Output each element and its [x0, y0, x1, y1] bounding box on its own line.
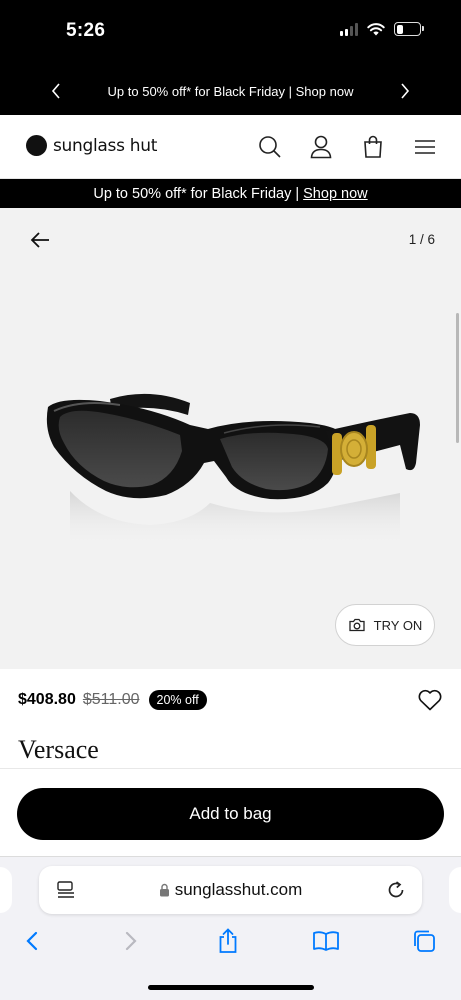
- signal-icon: [340, 22, 358, 36]
- top-promo-banner[interactable]: Up to 50% off* for Black Friday | Shop n…: [0, 72, 461, 110]
- sunglasses-product-image: [46, 393, 420, 548]
- try-on-button[interactable]: TRY ON: [335, 604, 435, 646]
- home-indicator: [148, 985, 314, 990]
- account-icon[interactable]: [308, 134, 334, 160]
- reload-icon[interactable]: [385, 879, 407, 901]
- current-price: $408.80: [18, 691, 76, 708]
- url-display[interactable]: sunglasshut.com: [39, 880, 422, 900]
- product-brand: Versace: [18, 735, 99, 764]
- status-time: 5:26: [66, 20, 106, 41]
- site-header: sunglass hut: [0, 115, 461, 179]
- logo-text: sunglass hut: [53, 135, 158, 156]
- camera-icon: [349, 618, 365, 632]
- logo-mark-icon: [26, 135, 47, 156]
- promo-bar-text: Up to 50% off* for Black Friday |: [93, 185, 300, 202]
- url-text: sunglasshut.com: [174, 880, 303, 899]
- shop-now-link[interactable]: Shop now: [303, 186, 368, 202]
- promo-prev-icon[interactable]: [45, 80, 67, 102]
- top-promo-text[interactable]: Up to 50% off* for Black Friday | Shop n…: [108, 84, 354, 99]
- browser-forward-icon[interactable]: [117, 927, 145, 955]
- address-bar[interactable]: sunglasshut.com: [39, 866, 422, 914]
- scroll-indicator: [456, 313, 459, 443]
- promo-bar: Up to 50% off* for Black Friday | Shop n…: [0, 179, 461, 208]
- status-icons: [340, 22, 424, 36]
- browser-toolbar: [0, 925, 461, 957]
- browser-chrome: sunglasshut.com: [0, 856, 461, 1000]
- shopping-bag-icon[interactable]: [360, 134, 386, 160]
- share-icon[interactable]: [214, 927, 242, 955]
- price-row: $408.80 $511.00 20% off: [18, 690, 207, 710]
- wishlist-heart-icon[interactable]: [417, 688, 443, 712]
- menu-icon[interactable]: [412, 134, 438, 160]
- promo-next-icon[interactable]: [394, 80, 416, 102]
- search-icon[interactable]: [257, 134, 283, 160]
- browser-back-icon[interactable]: [18, 927, 46, 955]
- try-on-label: TRY ON: [373, 617, 423, 633]
- logo[interactable]: sunglass hut: [26, 135, 157, 156]
- wifi-icon: [367, 23, 385, 36]
- lock-icon: [159, 883, 169, 897]
- product-gallery[interactable]: 1 / 6 TRY ON: [0, 208, 461, 669]
- discount-badge: 20% off: [148, 690, 207, 710]
- add-to-bag-button[interactable]: Add to bag: [17, 788, 444, 840]
- previous-tab-peek[interactable]: [0, 867, 12, 913]
- tabs-icon[interactable]: [410, 927, 438, 955]
- next-tab-peek[interactable]: [449, 867, 461, 913]
- image-counter: 1 / 6: [408, 232, 435, 247]
- top-black-band: 5:26 Up to 50% off* for Black Friday | S…: [0, 0, 461, 115]
- add-to-bag-bar: Add to bag: [0, 768, 461, 856]
- battery-level: [396, 24, 404, 34]
- back-arrow-icon[interactable]: [28, 228, 52, 252]
- original-price: $511.00: [82, 691, 140, 708]
- bookmarks-icon[interactable]: [312, 927, 340, 955]
- battery-icon: [394, 22, 424, 36]
